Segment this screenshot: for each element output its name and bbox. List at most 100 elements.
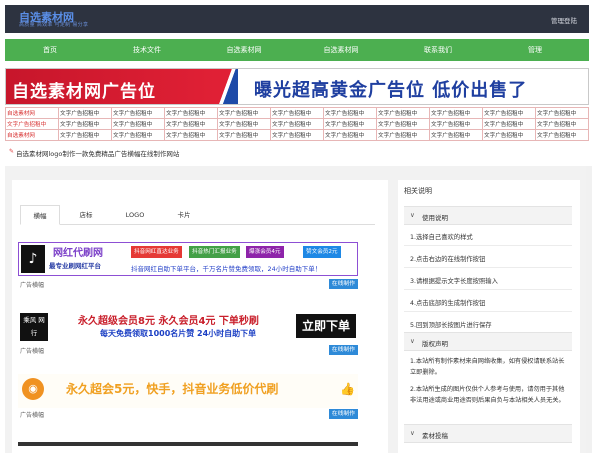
- section-usage-header[interactable]: ∨ 使用说明: [404, 206, 572, 225]
- text-ad-cell[interactable]: 文字广告招租中: [535, 118, 589, 130]
- nav-item-contact[interactable]: 联系我们: [393, 39, 483, 61]
- admin-login-link[interactable]: 管理登陆: [551, 15, 577, 25]
- ad-pill: 抖音热门汇报业务: [189, 246, 240, 258]
- list-item-text: 4.点击底部的生成制作按钮: [410, 300, 486, 307]
- ad-meta: 广告横幅 在线制作: [18, 408, 358, 420]
- text-ad-cell[interactable]: 文字广告招租中: [217, 118, 271, 130]
- list-item: 2.点击右边的在线制作按钮: [404, 248, 572, 268]
- sidebar-panel: 相关说明 ∨ 使用说明 1.选择自己喜欢的样式 2.点击右边的在线制作按钮 3.…: [398, 180, 580, 453]
- ad-banner[interactable]: 自选素材网广告位 曝光超高黄金广告位 低价出售了: [5, 68, 589, 105]
- nav-item-tech-docs[interactable]: 技术文件: [102, 39, 192, 61]
- text-ad-cell[interactable]: 文字广告招租中: [111, 107, 165, 119]
- tab-shop-sign[interactable]: 店标: [66, 205, 106, 225]
- text-ad-cell[interactable]: 自选素材网: [5, 129, 59, 141]
- text-ad-cell[interactable]: 文字广告招租中: [376, 118, 430, 130]
- list-item-text: 5.回到顶部长按图片进行保存: [410, 322, 492, 329]
- text-ad-cell[interactable]: 文字广告招租中: [164, 107, 218, 119]
- text-ad-cell[interactable]: 文字广告招租中: [5, 118, 59, 130]
- ad-image[interactable]: ◉ 永久超会5元，快手，抖音业务低价代刷 👍: [18, 374, 358, 408]
- ad-label: 广告横幅: [20, 348, 45, 355]
- ad-meta: 广告横幅 在线制作: [18, 278, 358, 290]
- text-ad-cell[interactable]: 文字广告招租中: [58, 129, 112, 141]
- text-ad-grid: 自选素材网 文字广告招租中 文字广告招租中 文字广告招租中 文字广告招租中 文字广告招租中…: [5, 107, 589, 141]
- text-ad-cell[interactable]: 文字广告招租中: [482, 129, 536, 141]
- ad-subtitle: 最专业刷网红平台: [49, 262, 101, 270]
- text-ad-cell[interactable]: 文字广告招租中: [270, 129, 324, 141]
- text-ad-cell[interactable]: 文字广告招租中: [376, 107, 430, 119]
- text-ad-cell[interactable]: 文字广告招租中: [217, 107, 271, 119]
- ad-pill: 爆涨会员4元: [246, 246, 284, 258]
- ad-marquee: 抖音网红自助下单平台，千万名片赞免费领取，24小时自助下单！: [131, 265, 322, 273]
- banner-right-text: 曝光超高黄金广告位 低价出售了: [254, 80, 528, 101]
- order-now-graphic: 立即下单: [296, 314, 356, 338]
- template-tabs: 横幅 店标 LOGO 卡片: [20, 205, 375, 225]
- text-ad-cell[interactable]: 文字广告招租中: [111, 118, 165, 130]
- chevron-down-icon: ∨: [410, 429, 415, 437]
- make-online-button[interactable]: 在线制作: [328, 409, 358, 419]
- ad-label: 广告横幅: [20, 282, 45, 289]
- section-label: 版权声明: [422, 340, 448, 348]
- ad-pill: 赞文会员2元: [303, 246, 341, 258]
- ad-image[interactable]: ♪ 网红代刷网 最专业刷网红平台 抖音网红直达业务 抖音热门汇报业务 爆涨会员4…: [18, 242, 358, 276]
- text-ad-cell[interactable]: 文字广告招租中: [376, 129, 430, 141]
- banner-left-block: 自选素材网广告位: [6, 69, 216, 104]
- section-label: 使用说明: [422, 214, 448, 222]
- text-ad-cell[interactable]: 文字广告招租中: [217, 129, 271, 141]
- tiktok-icon: ♪: [21, 245, 45, 273]
- text-ad-cell[interactable]: 文字广告招租中: [323, 129, 377, 141]
- text-ad-cell[interactable]: 文字广告招租中: [535, 107, 589, 119]
- sidebar-title: 相关说明: [404, 187, 432, 195]
- notice-icon: ✎: [9, 148, 15, 155]
- list-item: 1.选择自己喜欢的样式: [404, 226, 572, 246]
- list-item: 5.回到顶部长按图片进行保存: [404, 314, 572, 334]
- kuaishou-icon: ◉: [22, 378, 44, 400]
- text-ad-cell[interactable]: 文字广告招租中: [58, 118, 112, 130]
- ad-label: 广告横幅: [20, 412, 45, 419]
- banner-right-block: 曝光超高黄金广告位 低价出售了: [238, 69, 588, 104]
- nav-item-material-site-2[interactable]: 自选素材网: [296, 39, 386, 61]
- ad-image-partial[interactable]: [18, 442, 358, 446]
- text-ad-cell[interactable]: 文字广告招租中: [270, 107, 324, 119]
- site-logo-subtitle: 高质量 高效率 可定制 易分享: [19, 22, 89, 28]
- text-ad-cell[interactable]: 文字广告招租中: [482, 107, 536, 119]
- tab-card[interactable]: 卡片: [164, 205, 204, 225]
- chevron-down-icon: ∨: [410, 337, 415, 345]
- list-item-text: 2.点击右边的在线制作按钮: [410, 256, 486, 263]
- text-ad-cell[interactable]: 文字广告招租中: [111, 129, 165, 141]
- text-ad-cell[interactable]: 自选素材网: [5, 107, 59, 119]
- main-nav: 首页 技术文件 自选素材网 自选素材网 联系我们 管理: [5, 39, 589, 61]
- ad-headline: 永久超会5元，快手，抖音业务低价代刷: [66, 382, 279, 396]
- text-ad-cell[interactable]: 文字广告招租中: [429, 107, 483, 119]
- copyright-paragraph: 1.本站所有制作素材来自网络收集，如有侵权请联系站长立即删除。: [410, 358, 565, 376]
- copyright-paragraph: 2.本站所生成的图片仅供个人参考与使用，请勿用于其他非法用途或商业用途否则后果自…: [410, 386, 565, 404]
- nav-item-manage[interactable]: 管理: [490, 39, 580, 61]
- text-ad-cell[interactable]: 文字广告招租中: [323, 107, 377, 119]
- tab-logo[interactable]: LOGO: [115, 205, 155, 225]
- text-ad-cell[interactable]: 文字广告招租中: [429, 118, 483, 130]
- ad-image[interactable]: 乘风 网行 永久超级会员8元 永久会员4元 下单秒刷 每天免费领取1000名片赞…: [18, 310, 358, 344]
- section-label: 素材投稿: [422, 432, 448, 440]
- top-bar: 自选素材网 高质量 高效率 可定制 易分享 管理登陆: [5, 5, 589, 33]
- table-row: 自选素材网 文字广告招租中 文字广告招租中 文字广告招租中 文字广告招租中 文字广告招租中…: [5, 129, 589, 141]
- list-item-text: 3.请根据提示文字长度按照输入: [410, 278, 498, 285]
- text-ad-cell[interactable]: 文字广告招租中: [482, 118, 536, 130]
- scrollbar[interactable]: [586, 166, 592, 453]
- section-copyright-header[interactable]: ∨ 版权声明: [404, 332, 572, 351]
- text-ad-cell[interactable]: 文字广告招租中: [164, 129, 218, 141]
- nav-item-material-site-1[interactable]: 自选素材网: [199, 39, 289, 61]
- text-ad-cell[interactable]: 文字广告招租中: [164, 118, 218, 130]
- text-ad-cell[interactable]: 文字广告招租中: [323, 118, 377, 130]
- nav-item-home[interactable]: 首页: [5, 39, 95, 61]
- text-ad-cell[interactable]: 文字广告招租中: [270, 118, 324, 130]
- site-notice[interactable]: 自选素材网logo制作一款免费精品广告横幅在线制作网站: [16, 148, 179, 158]
- make-online-button[interactable]: 在线制作: [328, 345, 358, 355]
- make-online-button[interactable]: 在线制作: [328, 279, 358, 289]
- tab-banner[interactable]: 横幅: [20, 205, 60, 225]
- ad-logo: 乘风 网行: [20, 313, 48, 341]
- section-submit-header[interactable]: ∨ 素材投稿: [404, 424, 572, 443]
- ad-meta: 广告横幅 在线制作: [18, 344, 358, 356]
- ad-pill: 抖音网红直达业务: [131, 246, 182, 258]
- text-ad-cell[interactable]: 文字广告招租中: [58, 107, 112, 119]
- text-ad-cell[interactable]: 文字广告招租中: [535, 129, 589, 141]
- text-ad-cell[interactable]: 文字广告招租中: [429, 129, 483, 141]
